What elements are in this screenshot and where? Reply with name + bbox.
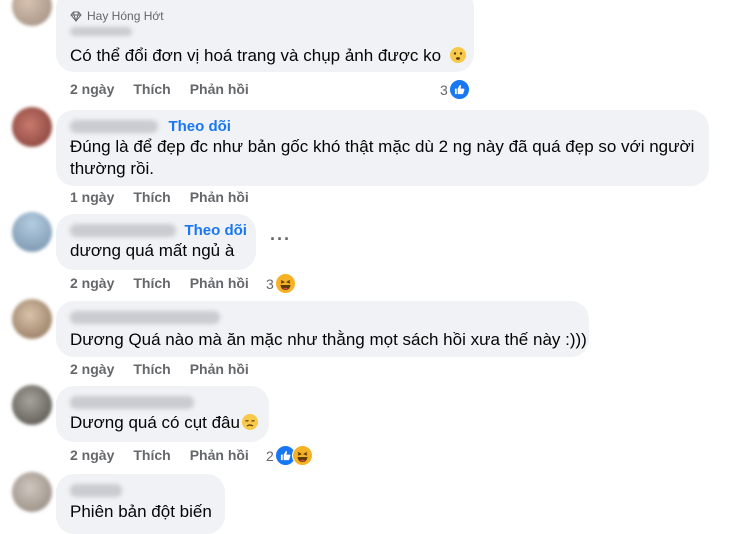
timestamp[interactable]: 2 ngày xyxy=(70,447,114,463)
comment-text: Có thể đổi đơn vị hoá trang và chụp ảnh … xyxy=(70,45,467,67)
commenter-name[interactable] xyxy=(70,224,176,238)
reply-button[interactable]: Phản hồi xyxy=(190,447,249,463)
avatar[interactable] xyxy=(12,385,52,425)
haha-icon xyxy=(274,273,296,294)
comment-text: Đúng là để đẹp đc như bản gốc khó thật m… xyxy=(70,137,695,178)
reaction-count: 3 xyxy=(266,275,274,292)
timestamp[interactable]: 2 ngày xyxy=(70,275,114,291)
commenter-name[interactable] xyxy=(70,484,122,497)
avatar[interactable] xyxy=(12,299,52,339)
like-button[interactable]: Thích xyxy=(133,447,170,463)
reply-button[interactable]: Phản hồi xyxy=(190,361,249,377)
commenter-name[interactable] xyxy=(70,311,220,324)
like-button[interactable]: Thích xyxy=(133,275,170,291)
timestamp[interactable]: 2 ngày xyxy=(70,81,114,97)
reaction-summary[interactable]: 3 xyxy=(266,273,296,294)
comment-actions: 2 ngày Thích Phản hồi xyxy=(70,447,268,463)
more-options-button[interactable]: ··· xyxy=(270,229,291,250)
commenter-name[interactable] xyxy=(70,396,194,409)
avatar[interactable] xyxy=(12,212,52,252)
reply-button[interactable]: Phản hồi xyxy=(190,81,249,97)
disappointed-emoji-icon xyxy=(241,414,258,430)
comment-header: Theo dõi xyxy=(70,222,247,240)
comment-text: dương quá mất ngủ à xyxy=(70,241,235,260)
avatar[interactable] xyxy=(12,0,52,26)
commenter-name[interactable] xyxy=(70,120,158,134)
comment-actions: 1 ngày Thích Phản hồi xyxy=(70,189,268,205)
commenter-name[interactable] xyxy=(70,27,132,36)
haha-icon xyxy=(291,445,313,466)
diamond-icon xyxy=(70,11,82,22)
comment-actions: 2 ngày Thích Phản hồi xyxy=(70,361,268,377)
avatar[interactable] xyxy=(12,107,52,147)
like-button[interactable]: Thích xyxy=(133,361,170,377)
emoji-icon xyxy=(449,47,466,63)
comment-actions: 2 ngày Thích Phản hồi xyxy=(70,275,268,291)
reaction-summary[interactable]: 3 xyxy=(440,79,470,100)
like-icon xyxy=(448,79,470,100)
reply-button[interactable]: Phản hồi xyxy=(190,275,249,291)
top-fan-badge: Hay Hóng Hớt xyxy=(70,9,164,23)
follow-link[interactable]: Theo dõi xyxy=(184,222,247,239)
badge-label: Hay Hóng Hớt xyxy=(87,9,164,23)
follow-link[interactable]: Theo dõi xyxy=(168,118,231,135)
reaction-count: 2 xyxy=(266,447,274,464)
timestamp[interactable]: 2 ngày xyxy=(70,361,114,377)
reaction-count: 3 xyxy=(440,81,448,98)
comment-actions: 2 ngày Thích Phản hồi xyxy=(70,81,268,97)
reaction-summary[interactable]: 2 xyxy=(266,445,313,466)
comment-text: Dương Quá nào mà ăn mặc như thằng mọt sá… xyxy=(70,330,587,349)
like-button[interactable]: Thích xyxy=(133,189,170,205)
comment-header: Theo dõi xyxy=(70,118,231,136)
like-button[interactable]: Thích xyxy=(133,81,170,97)
timestamp[interactable]: 1 ngày xyxy=(70,189,114,205)
comment-text: Dương quá có cụt đâu xyxy=(70,412,259,434)
reply-button[interactable]: Phản hồi xyxy=(190,189,249,205)
comment-text: Phiên bản đột biến xyxy=(70,502,212,521)
avatar[interactable] xyxy=(12,472,52,512)
